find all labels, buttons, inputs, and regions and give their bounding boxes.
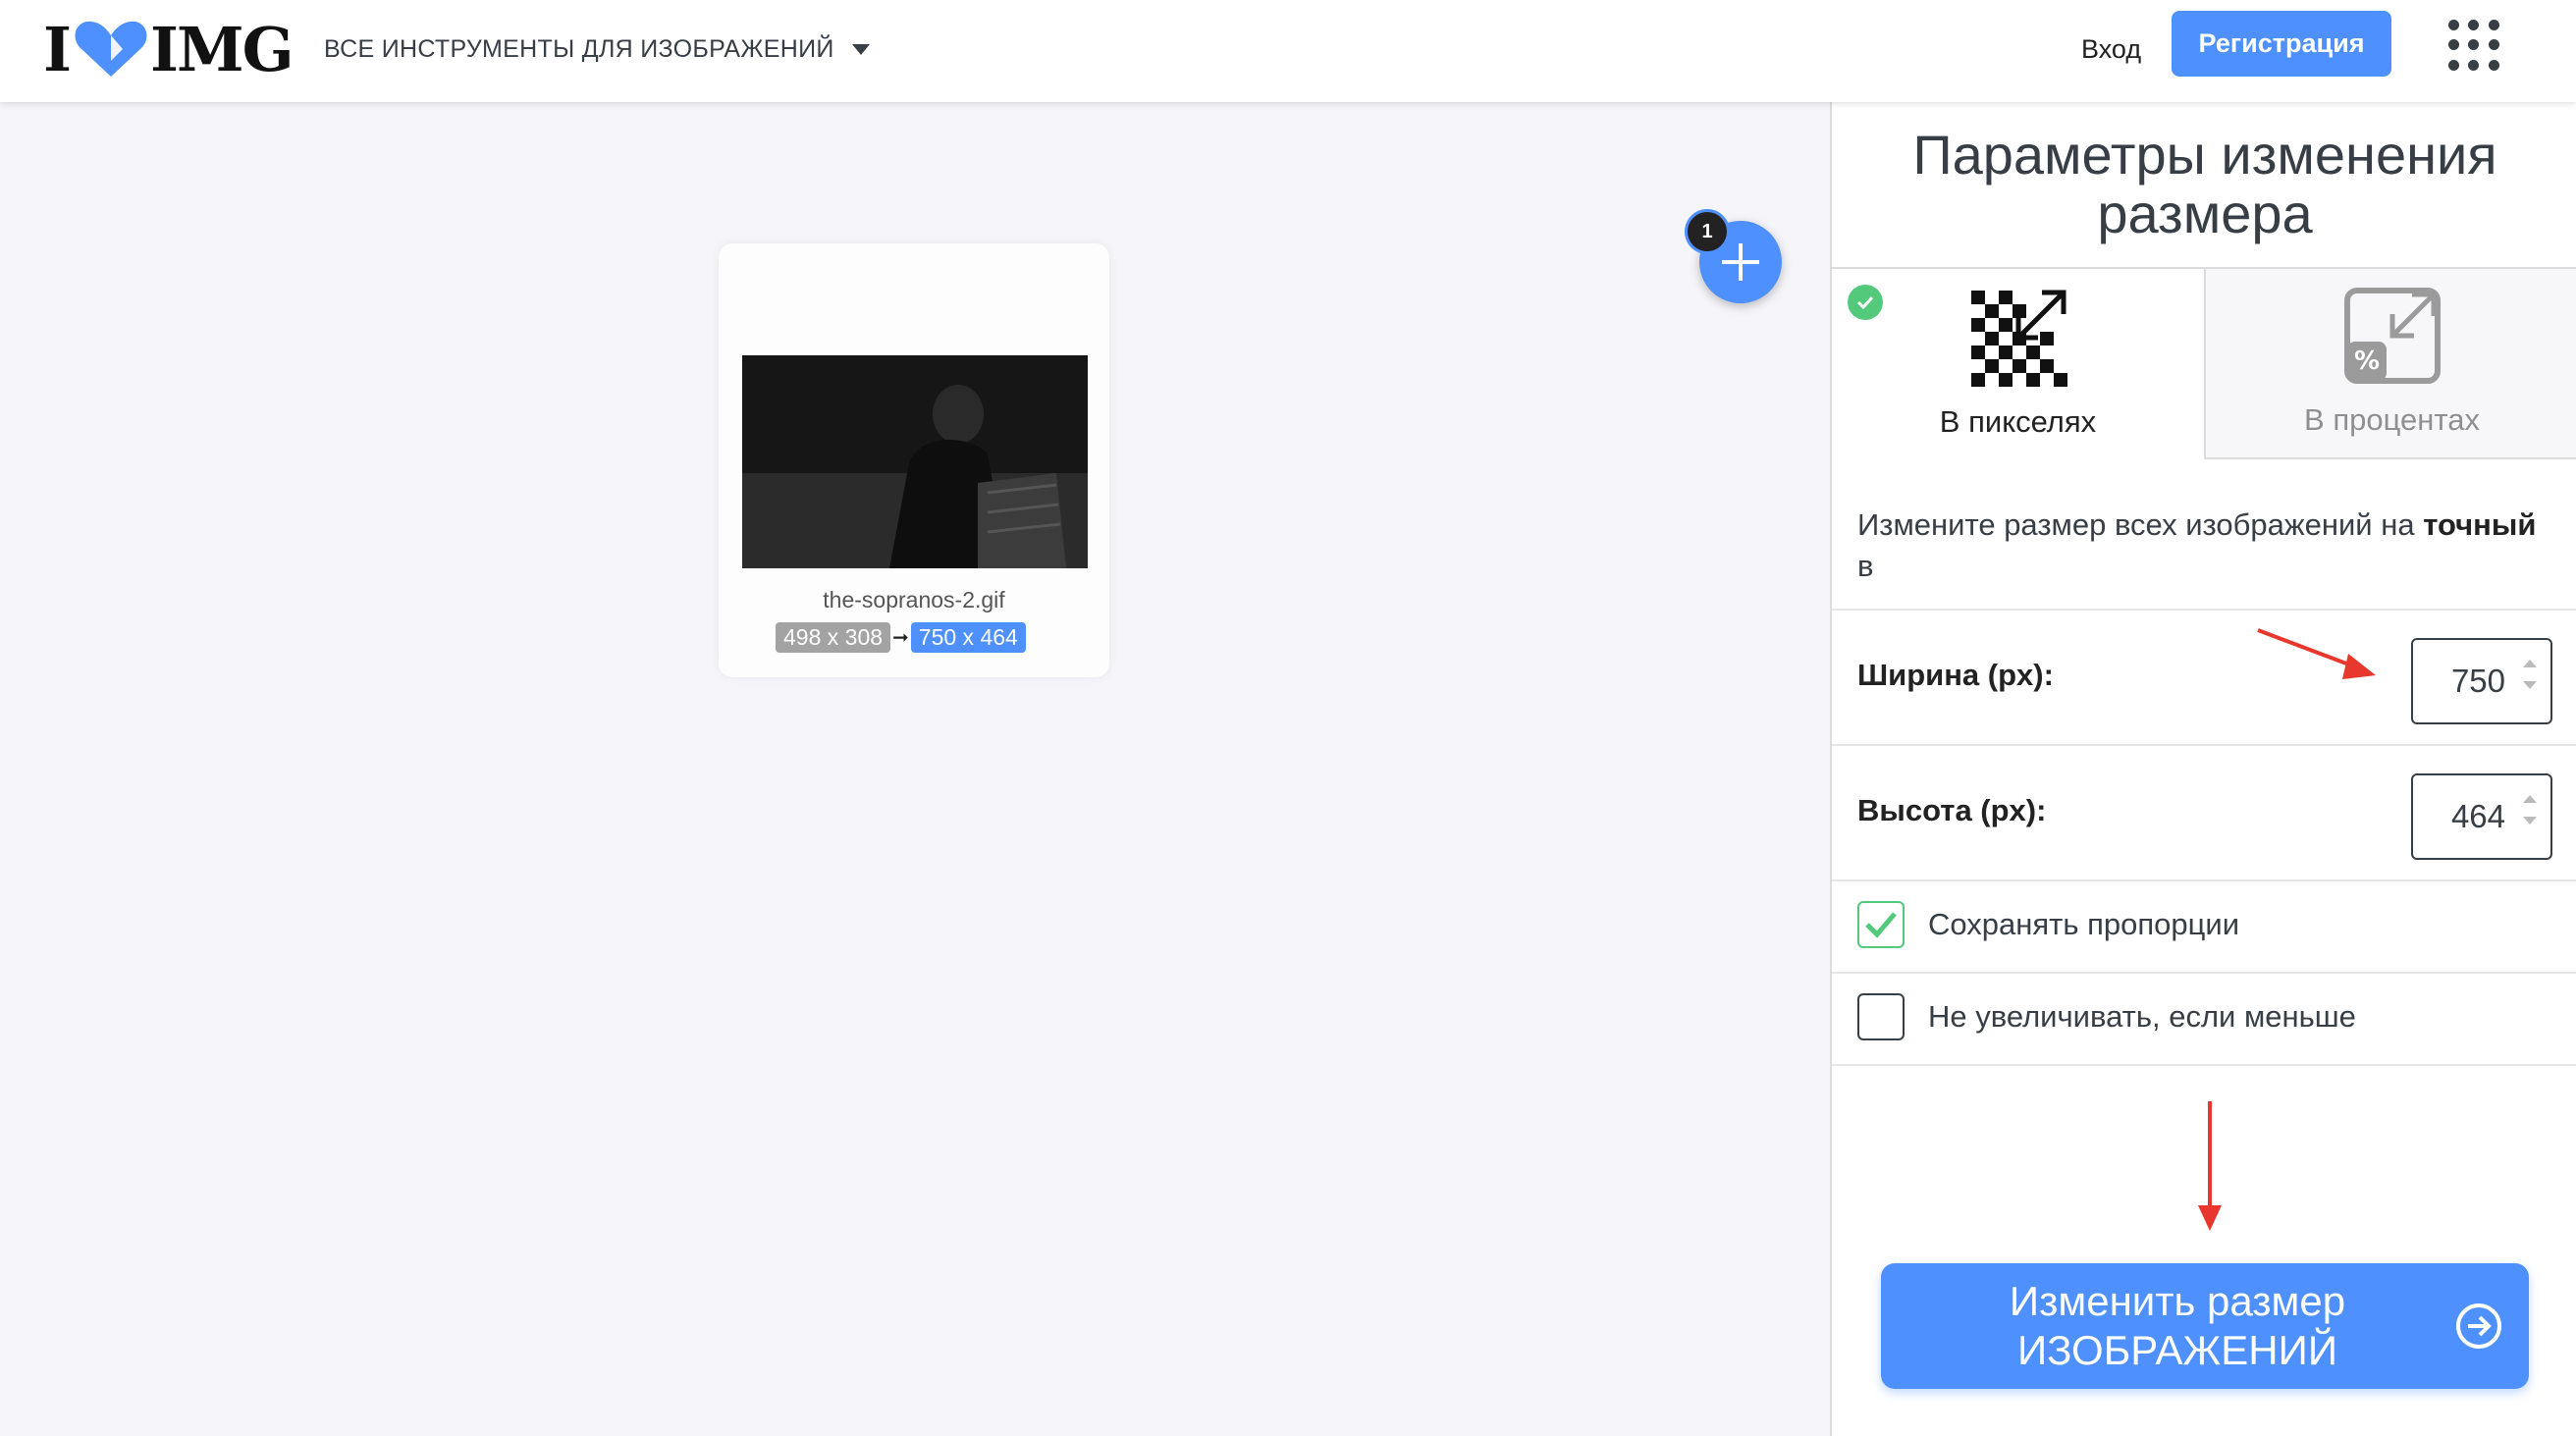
check-circle-icon [1848, 285, 1883, 320]
new-size-badge: 750 x 464 [910, 621, 1026, 653]
thumbnail-image-icon [742, 355, 1088, 568]
logo-letter-i: I [43, 13, 72, 85]
description-text: Измените размер всех изображений на [1857, 507, 2424, 542]
width-input[interactable]: 750 [2411, 638, 2552, 724]
checkmark-icon [1865, 912, 1897, 938]
login-link[interactable]: Вход [2081, 27, 2141, 71]
keep-ratio-option[interactable]: Сохранять пропорции [1857, 901, 2239, 948]
all-tools-label: ВСЕ ИНСТРУМЕНТЫ ДЛЯ ИЗОБРАЖЕНИЙ [324, 34, 834, 63]
panel-title: Параметры изменения размера [1912, 124, 2497, 244]
annotation-arrow-icon [2198, 1101, 2222, 1231]
resize-button-label: Изменить размер ИЗОБРАЖЕНИЙ [1881, 1277, 2474, 1375]
resize-images-button[interactable]: Изменить размер ИЗОБРАЖЕНИЙ [1881, 1263, 2529, 1389]
no-enlarge-label: Не увеличивать, если меньше [1928, 999, 2356, 1034]
keep-ratio-checkbox[interactable] [1857, 901, 1905, 948]
height-input[interactable]: 464 [2411, 773, 2552, 860]
tab-pixels-label: В пикселях [1939, 404, 2097, 439]
file-dimensions: 498 x 308 ➞ 750 x 464 [776, 619, 1026, 655]
tab-percent-label: В процентах [2304, 402, 2480, 437]
signup-button[interactable]: Регистрация [2172, 11, 2391, 77]
svg-text:%: % [2353, 346, 2379, 376]
tab-by-percent[interactable]: % В процентах [2204, 269, 2576, 459]
description-bold: точный [2423, 507, 2537, 542]
tab-by-pixels[interactable]: В пикселях [1832, 269, 2204, 459]
annotation-arrow-icon [2257, 628, 2376, 679]
logo-text-img: IMG [150, 13, 295, 85]
height-stepper[interactable] [2523, 795, 2537, 824]
apps-grid-icon[interactable] [2448, 20, 2499, 71]
original-size-badge: 498 x 308 [776, 621, 891, 653]
no-enlarge-checkbox[interactable] [1857, 993, 1905, 1040]
heart-logo-icon [75, 21, 147, 78]
arrow-right-icon: ➞ [892, 626, 909, 649]
file-thumbnail [742, 355, 1088, 568]
file-name: the-sopranos-2.gif [823, 587, 1005, 612]
height-label: Высота (px): [1857, 793, 2047, 827]
iloveimg-logo[interactable]: I IMG [43, 14, 295, 85]
divider [1832, 879, 2576, 881]
resize-button-line1: Изменить размер [2009, 1278, 2346, 1324]
height-value: 464 [2450, 798, 2505, 834]
resize-button-line2: ИЗОБРАЖЕНИЙ [2016, 1327, 2338, 1373]
description-suffix: в [1857, 549, 1874, 583]
pixels-resize-icon [1970, 290, 2067, 387]
file-workspace: the-sopranos-2.gif 498 x 308 ➞ 750 x 464… [0, 102, 1830, 1436]
top-header: I IMG ВСЕ ИНСТРУМЕНТЫ ДЛЯ ИЗОБРАЖЕНИЙ Вх… [0, 0, 2576, 102]
keep-ratio-label: Сохранять пропорции [1928, 907, 2240, 941]
percent-resize-icon: % [2343, 288, 2441, 384]
divider [1832, 744, 2576, 746]
divider [1832, 609, 2576, 611]
caret-down-icon [851, 43, 870, 55]
width-stepper[interactable] [2523, 660, 2537, 689]
all-tools-dropdown[interactable]: ВСЕ ИНСТРУМЕНТЫ ДЛЯ ИЗОБРАЖЕНИЙ [324, 29, 870, 69]
file-count-badge: 1 [1685, 209, 1730, 254]
divider [1832, 972, 2576, 974]
resize-description: Измените размер всех изображений на точн… [1857, 505, 2545, 587]
width-label: Ширина (px): [1857, 658, 2054, 692]
no-enlarge-option[interactable]: Не увеличивать, если меньше [1857, 993, 2356, 1040]
width-value: 750 [2450, 663, 2505, 699]
resize-mode-tabs: В пикселях % В процентах [1832, 267, 2576, 459]
arrow-circle-right-icon [2456, 1303, 2501, 1349]
divider [1832, 1064, 2576, 1066]
file-card[interactable]: the-sopranos-2.gif 498 x 308 ➞ 750 x 464 [719, 243, 1109, 677]
